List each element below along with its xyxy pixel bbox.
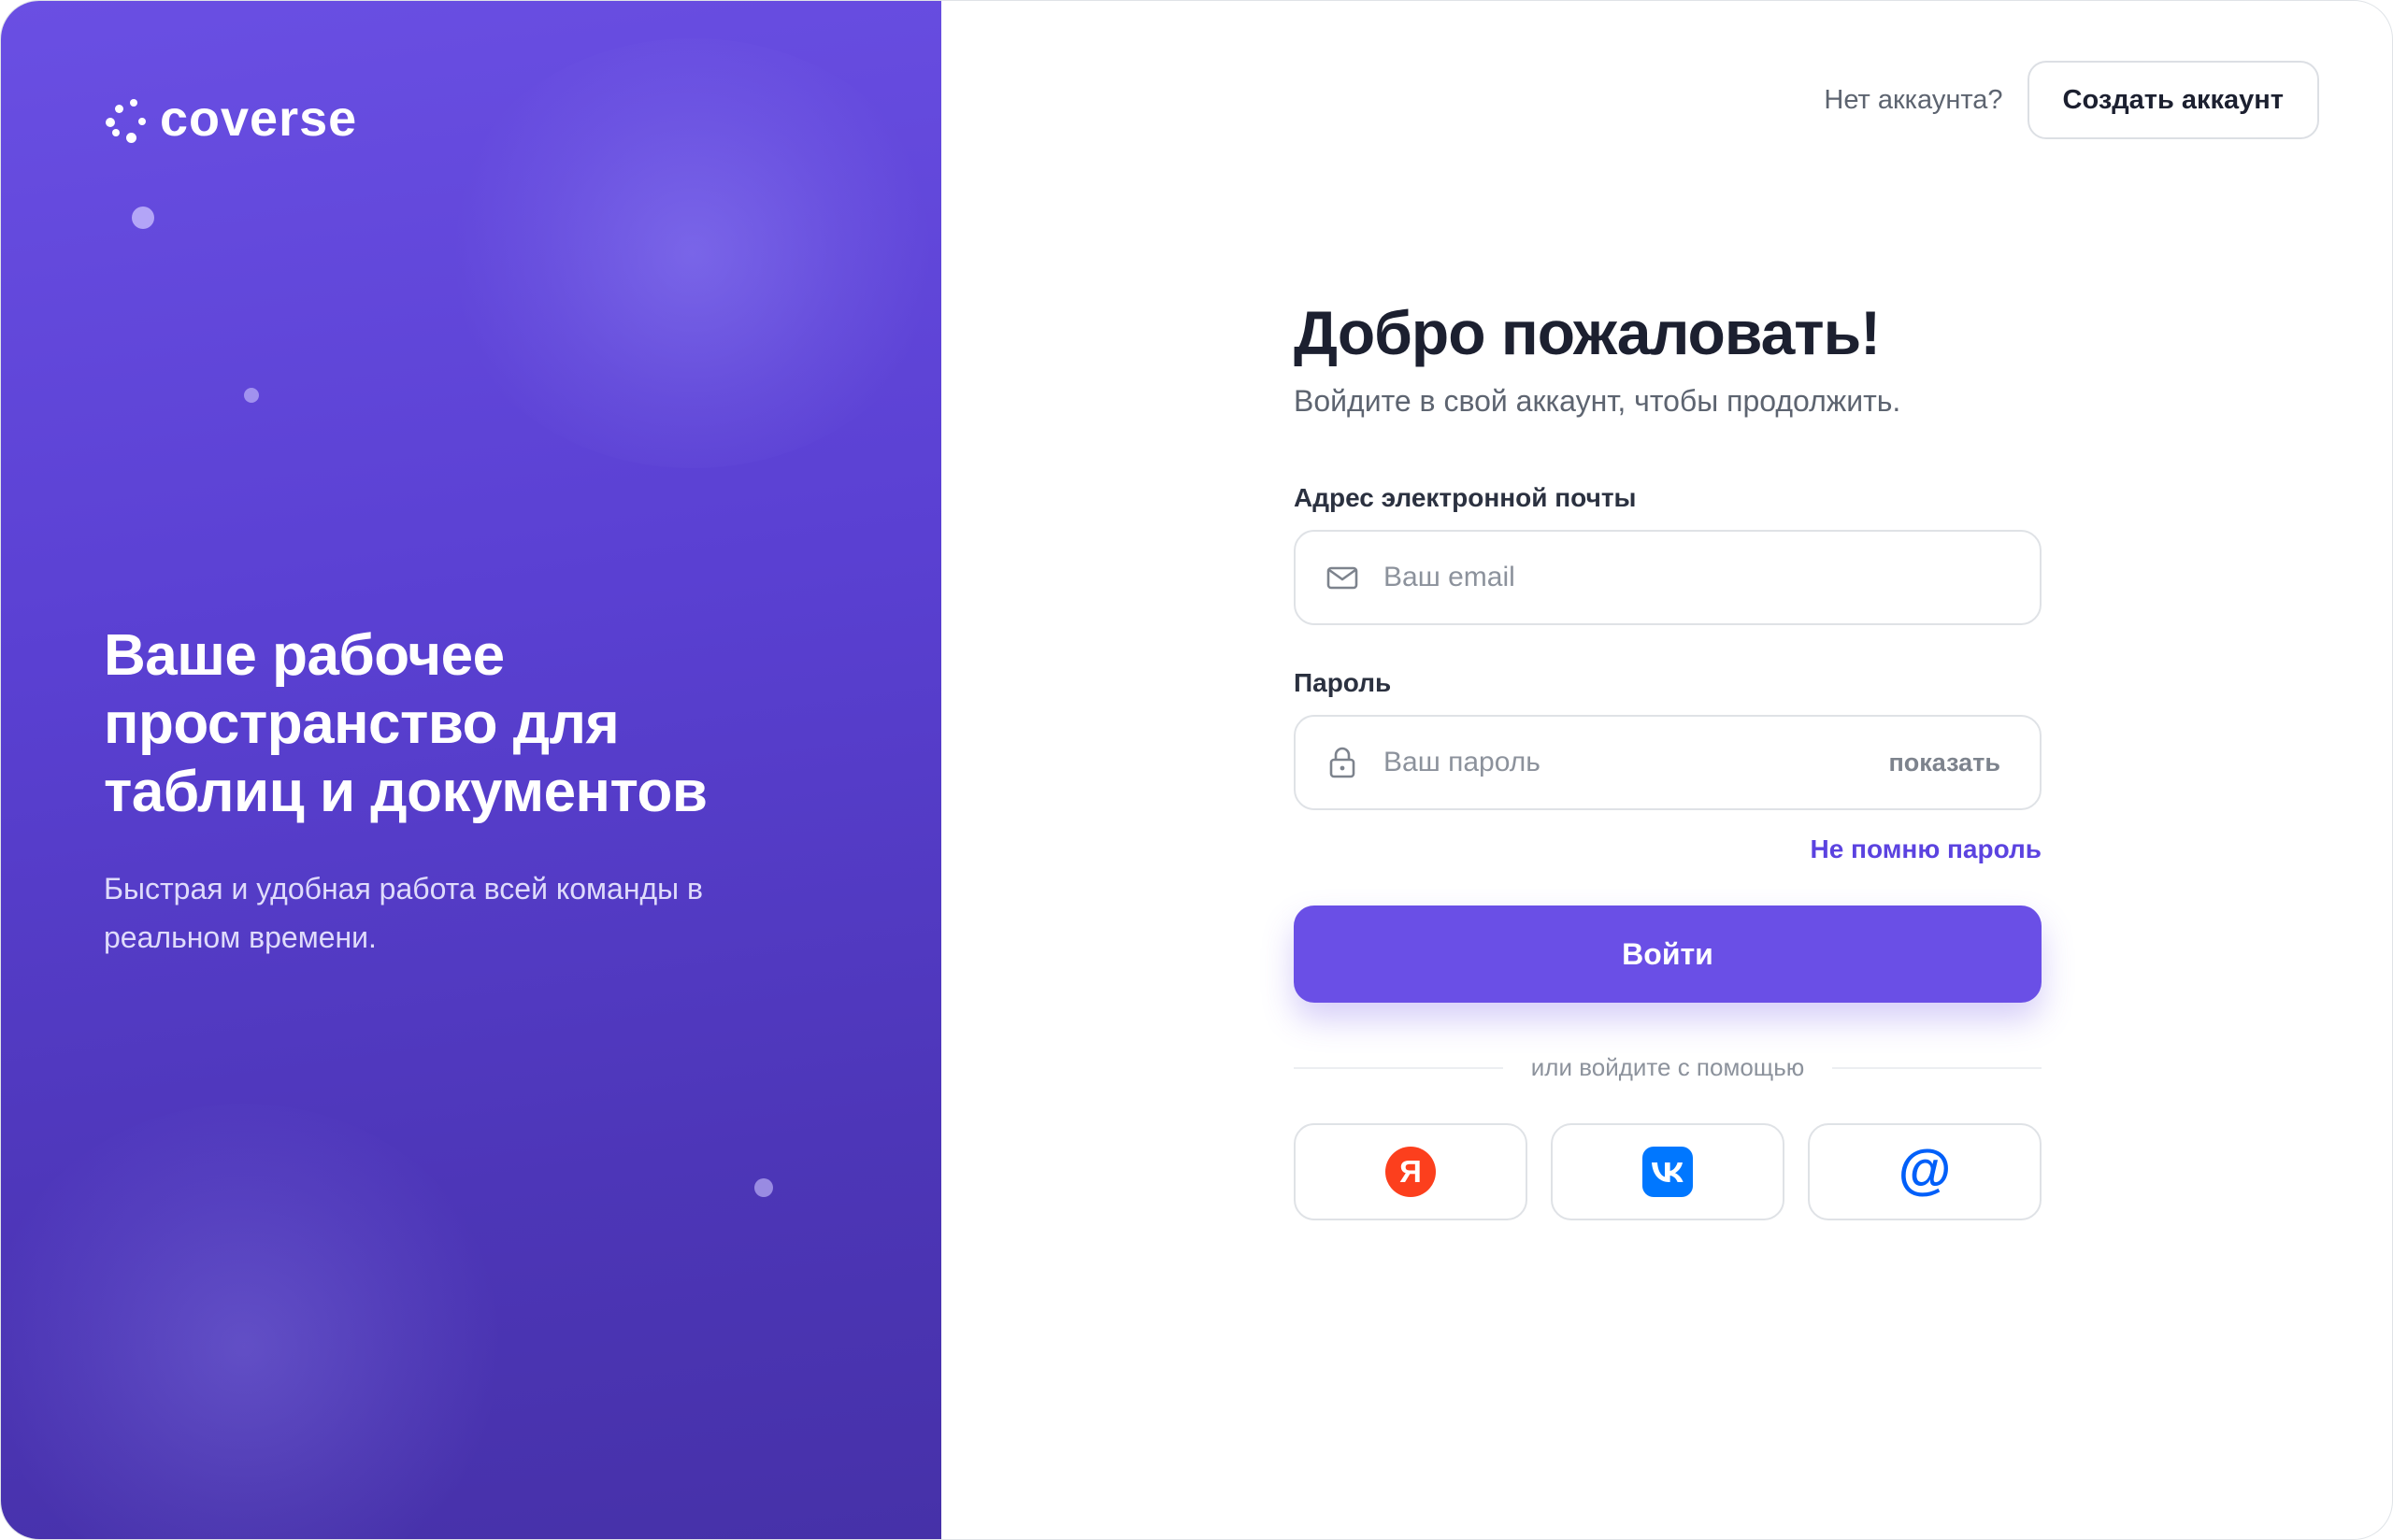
no-account-text: Нет аккаунта? <box>1824 84 2003 115</box>
decorative-dot <box>132 207 154 229</box>
email-placeholder: Ваш email <box>1383 562 1515 592</box>
lock-icon <box>1329 747 1355 778</box>
mail-ru-icon: @ <box>1899 1146 1951 1198</box>
mail-ru-login-button[interactable]: @ <box>1808 1123 2042 1220</box>
promo-panel: coverse Ваше рабочее пространство для та… <box>1 1 941 1539</box>
page-title: Добро пожаловать! <box>1294 298 1881 367</box>
yandex-login-button[interactable]: Я <box>1294 1123 1527 1220</box>
login-page: coverse Ваше рабочее пространство для та… <box>0 0 2393 1540</box>
login-form: Добро пожаловать! Войдите в свой аккаунт… <box>1294 291 2042 1220</box>
forgot-password-link[interactable]: Не помню пароль <box>1294 833 2042 866</box>
create-account-button[interactable]: Создать аккаунт <box>2027 61 2319 139</box>
header-actions: Нет аккаунта? Создать аккаунт <box>1824 61 2319 139</box>
page-subtitle: Войдите в свой аккаунт, чтобы продолжить… <box>1294 384 1901 418</box>
social-login-buttons: Я @ <box>1294 1123 2042 1220</box>
social-divider: или войдите с помощью <box>1294 1053 2042 1082</box>
mail-icon <box>1326 566 1358 590</box>
password-placeholder: Ваш пароль <box>1383 747 1540 777</box>
divider-line <box>1294 1066 1503 1069</box>
svg-text:@: @ <box>1899 1146 1951 1198</box>
show-password-toggle[interactable]: показать <box>1888 749 2000 777</box>
vk-icon <box>1642 1147 1693 1197</box>
password-field[interactable]: Ваш пароль показать <box>1294 715 2042 810</box>
divider-text: или войдите с помощью <box>1530 1053 1805 1081</box>
yandex-icon: Я <box>1385 1147 1436 1197</box>
email-field[interactable]: Ваш email <box>1294 530 2042 625</box>
decorative-glow <box>440 38 941 468</box>
decorative-glow <box>1 1104 506 1539</box>
logo[interactable]: coverse <box>104 91 357 147</box>
logo-text: coverse <box>160 91 358 147</box>
login-button[interactable]: Войти <box>1294 905 2042 1003</box>
promo-subtitle: Быстрая и удобная работа всей команды в … <box>104 872 704 954</box>
svg-text:Я: Я <box>1399 1154 1422 1189</box>
vk-login-button[interactable] <box>1551 1123 1784 1220</box>
logo-icon <box>104 95 147 143</box>
divider-line <box>1832 1066 2042 1069</box>
email-label: Адрес электронной почты <box>1294 483 1637 512</box>
decorative-dot <box>754 1178 773 1197</box>
password-label: Пароль <box>1294 668 1392 697</box>
decorative-dot <box>244 388 259 403</box>
promo-title: Ваше рабочее пространство для таблиц и д… <box>104 623 708 824</box>
